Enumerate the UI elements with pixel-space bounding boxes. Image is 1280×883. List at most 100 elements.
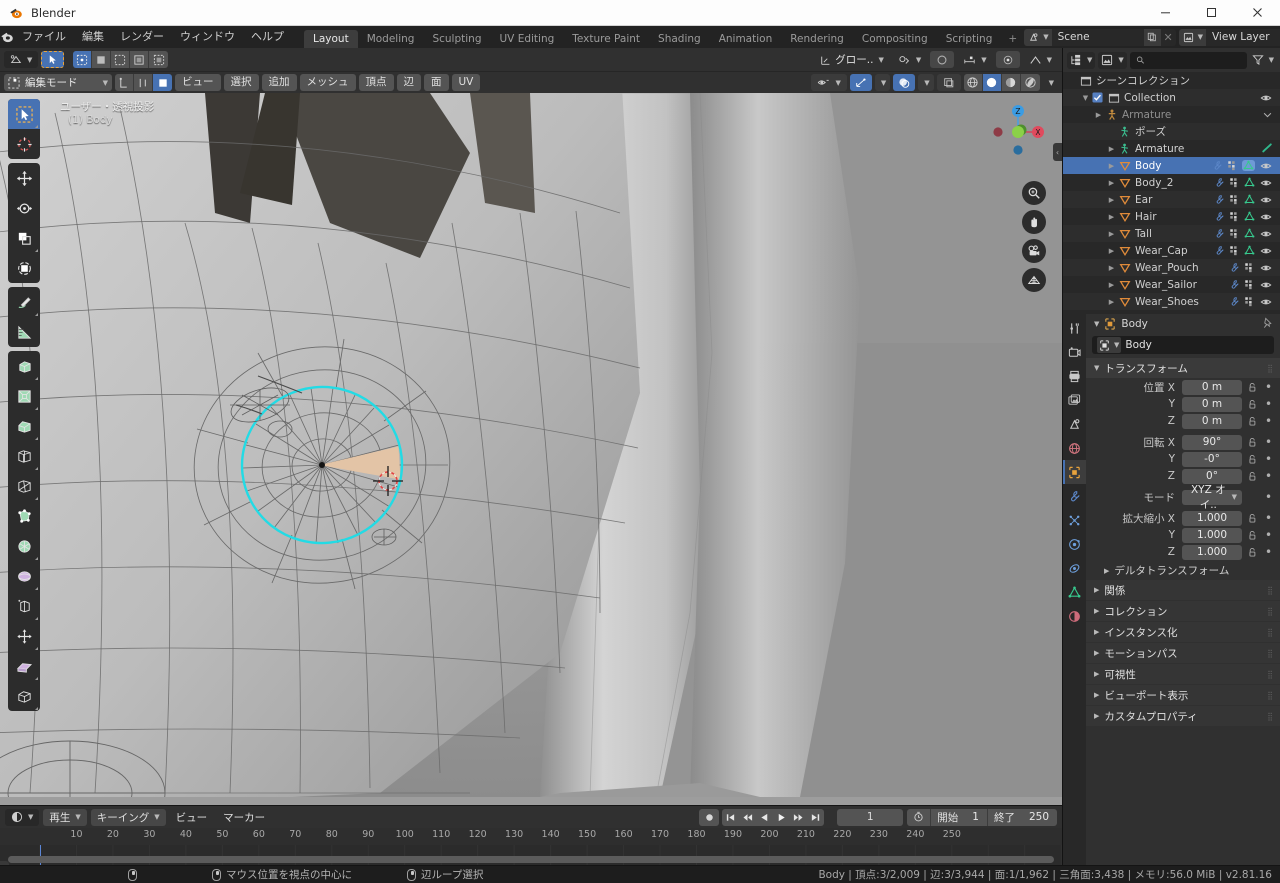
- transform-row-field[interactable]: 0 m: [1182, 380, 1242, 395]
- add-workspace-button[interactable]: +: [1001, 30, 1024, 48]
- minimize-button[interactable]: [1142, 0, 1188, 25]
- mesh-data-icon[interactable]: [1244, 194, 1255, 205]
- material-tab[interactable]: [1063, 604, 1086, 628]
- mesh-select-mode-group[interactable]: [73, 51, 168, 68]
- menu-select[interactable]: 選択: [224, 74, 259, 91]
- animate-property-icon[interactable]: •: [1263, 435, 1274, 449]
- timeline-menu-marker[interactable]: マーカー: [217, 809, 271, 826]
- tool-poly-build[interactable]: [8, 501, 40, 531]
- lock-icon[interactable]: [1246, 513, 1259, 524]
- tool-rip-region[interactable]: [8, 681, 40, 711]
- outliner-row-wear_cap[interactable]: ▶Wear_Cap: [1063, 242, 1280, 259]
- blender-menu-icon[interactable]: [0, 30, 14, 44]
- disclosure-triangle-icon[interactable]: ▶: [1106, 247, 1117, 255]
- lock-icon[interactable]: [1246, 547, 1259, 558]
- outliner-row-ポーズ[interactable]: ポーズ: [1063, 123, 1280, 140]
- proportional-edit-button[interactable]: [930, 51, 954, 68]
- outliner-row-armature[interactable]: ▶Armature: [1063, 140, 1280, 157]
- vertex-mode-button[interactable]: [115, 74, 134, 91]
- object-name-field[interactable]: ▼ Body: [1092, 336, 1274, 354]
- tool-move[interactable]: [8, 163, 40, 193]
- vertex-group-icon[interactable]: [1244, 262, 1255, 273]
- modifier-icon[interactable]: [1229, 279, 1240, 290]
- outliner-search-box[interactable]: [1130, 52, 1247, 69]
- tool-edge-slide[interactable]: [8, 591, 40, 621]
- xray-dropdown[interactable]: ▼: [918, 74, 933, 91]
- face-mode-button[interactable]: [153, 74, 172, 91]
- shading-dropdown[interactable]: ▼: [1043, 74, 1058, 91]
- disclosure-triangle-icon[interactable]: ▶: [1106, 145, 1117, 153]
- render-tab[interactable]: [1063, 340, 1086, 364]
- vertex-group-icon[interactable]: [1229, 245, 1240, 256]
- scene-selector[interactable]: ▼ Scene ✕: [1024, 29, 1175, 46]
- animate-property-icon[interactable]: •: [1263, 452, 1274, 466]
- tool-scale[interactable]: [8, 223, 40, 253]
- menu-add[interactable]: 追加: [262, 74, 297, 91]
- view-layer-tab[interactable]: [1063, 388, 1086, 412]
- vertex-group-icon[interactable]: [1229, 211, 1240, 222]
- outliner-row-body_2[interactable]: ▶Body_2: [1063, 174, 1280, 191]
- frame-range-fields[interactable]: 開始 1 終了 250: [907, 809, 1057, 826]
- maximize-button[interactable]: [1188, 0, 1234, 25]
- play-reverse-icon[interactable]: [756, 809, 773, 826]
- animate-property-icon[interactable]: •: [1263, 380, 1274, 394]
- object-tab[interactable]: [1063, 460, 1086, 484]
- eye-icon[interactable]: [1259, 245, 1273, 257]
- modifier-icon[interactable]: [1212, 160, 1223, 171]
- lock-icon[interactable]: [1246, 471, 1259, 482]
- eye-icon[interactable]: [1259, 211, 1273, 223]
- tab-modeling[interactable]: Modeling: [358, 30, 424, 48]
- timeline-ruler[interactable]: 1020304050607080901001101201301401501601…: [0, 828, 1062, 845]
- tab-animation[interactable]: Animation: [710, 30, 782, 48]
- eye-icon[interactable]: [1259, 296, 1273, 308]
- timeline-scrollbar[interactable]: [8, 856, 1054, 863]
- tool-inset-faces[interactable]: [8, 381, 40, 411]
- grid-icon[interactable]: [1022, 268, 1046, 292]
- transform-orientation-button[interactable]: グロー.. ▼: [814, 51, 890, 68]
- edge-select-mode-button[interactable]: [92, 51, 111, 68]
- material-preview-button[interactable]: [1002, 74, 1021, 91]
- outliner-row-シーンコレクション[interactable]: シーンコレクション: [1063, 72, 1280, 89]
- menu-help[interactable]: ヘルプ: [243, 26, 292, 48]
- tool-smooth[interactable]: [8, 561, 40, 591]
- end-frame-value[interactable]: 250: [1021, 811, 1057, 823]
- tool-cursor[interactable]: [8, 129, 40, 159]
- zoom-icon[interactable]: [1022, 181, 1046, 205]
- eye-icon[interactable]: [1259, 262, 1273, 274]
- data-tab[interactable]: [1063, 580, 1086, 604]
- outliner-row-wear_sailor[interactable]: ▶Wear_Sailor: [1063, 276, 1280, 293]
- view-layer-selector[interactable]: ▼ View Layer ✕: [1179, 29, 1280, 46]
- properties-collapse-icon[interactable]: ▼: [1094, 320, 1099, 328]
- tool-tweak-select[interactable]: [8, 99, 40, 129]
- eye-icon[interactable]: [1259, 279, 1273, 291]
- lock-icon[interactable]: [1246, 437, 1259, 448]
- vertex-group-icon[interactable]: [1227, 160, 1238, 171]
- tool-transform[interactable]: [8, 253, 40, 283]
- eye-icon[interactable]: [1259, 160, 1273, 172]
- output-tab[interactable]: [1063, 364, 1086, 388]
- transform-row-field[interactable]: 1.000: [1182, 528, 1242, 543]
- 3d-viewport[interactable]: ユーザー・透視投影 (1) Body: [0, 93, 1062, 805]
- timeline-menu-playback[interactable]: 再生▼: [43, 809, 86, 826]
- properties-tab-strip[interactable]: [1063, 314, 1086, 865]
- prev-keyframe-icon[interactable]: [739, 809, 756, 826]
- record-icon[interactable]: [699, 809, 719, 826]
- vertex-group-icon[interactable]: [1229, 228, 1240, 239]
- transform-row-field[interactable]: 1.000: [1182, 511, 1242, 526]
- edge-mode-button[interactable]: [134, 74, 153, 91]
- panel-関係[interactable]: ▶関係⣿: [1086, 580, 1280, 600]
- tab-scripting[interactable]: Scripting: [937, 30, 1002, 48]
- new-scene-button[interactable]: [1144, 29, 1161, 46]
- modifier-tab[interactable]: [1063, 484, 1086, 508]
- chevron-down-icon[interactable]: [1262, 109, 1273, 120]
- camera-icon[interactable]: [1022, 239, 1046, 263]
- timeline-editor-type-button[interactable]: ▼: [5, 809, 39, 826]
- overlays-dropdown[interactable]: ▼: [875, 74, 890, 91]
- lock-icon[interactable]: [1246, 399, 1259, 410]
- timeline-menu-keying[interactable]: キーイング▼: [91, 809, 166, 826]
- transform-row-field[interactable]: 1.000: [1182, 545, 1242, 560]
- tool-measure[interactable]: [8, 317, 40, 347]
- jump-start-icon[interactable]: [722, 809, 739, 826]
- transform-row-field[interactable]: XYZ オイ..▼: [1182, 490, 1242, 505]
- close-button[interactable]: [1234, 0, 1280, 25]
